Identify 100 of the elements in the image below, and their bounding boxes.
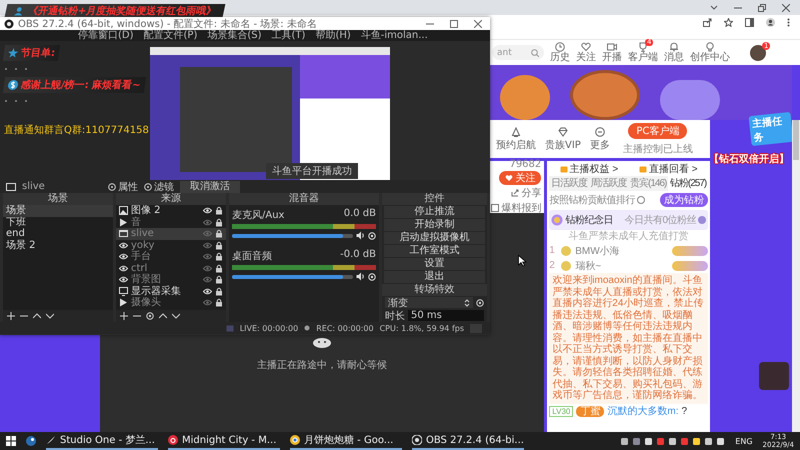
- lock-icon[interactable]: [215, 298, 223, 308]
- lock-icon[interactable]: [215, 240, 223, 250]
- settings-icon[interactable]: [476, 298, 484, 306]
- menu-item[interactable]: 场景集合(S): [207, 30, 262, 41]
- lock-icon[interactable]: [215, 275, 223, 284]
- speaker-icon[interactable]: [356, 272, 365, 281]
- volume-slider[interactable]: [232, 274, 353, 278]
- lock-icon[interactable]: [215, 206, 223, 216]
- start-icon[interactable]: [6, 436, 16, 446]
- scrollbar[interactable]: [792, 120, 800, 432]
- scene-item[interactable]: 场景 2: [3, 240, 113, 251]
- live-time: LIVE: 00:00:00: [240, 324, 298, 332]
- action-button[interactable]: 更多: [590, 126, 610, 152]
- eye-icon[interactable]: [203, 286, 212, 296]
- source-item[interactable]: 背景图: [131, 274, 200, 286]
- panel-link[interactable]: 主播权益 >: [560, 162, 618, 176]
- lock-icon[interactable]: [215, 252, 223, 262]
- panel-link[interactable]: 直播回看 >: [638, 162, 698, 176]
- become-fan-button[interactable]: 成为钻粉: [660, 192, 708, 206]
- steam-icon[interactable]: [26, 436, 36, 446]
- scene-item[interactable]: 场景: [3, 205, 113, 216]
- mouse-cursor-icon: [518, 255, 527, 267]
- close-icon[interactable]: [474, 20, 482, 28]
- lock-icon[interactable]: [215, 286, 223, 296]
- control-button[interactable]: 启动虚拟摄像机: [384, 232, 485, 244]
- more-menu-icon[interactable]: [787, 18, 790, 27]
- lock-icon[interactable]: [215, 218, 223, 227]
- menu-item[interactable]: 斗鱼-imolan...: [360, 30, 428, 41]
- source-item[interactable]: 摄像头: [131, 297, 200, 308]
- side-panel-icon[interactable]: [745, 18, 754, 27]
- user-avatar[interactable]: [750, 44, 766, 60]
- source-item[interactable]: yoky: [131, 240, 200, 251]
- control-button[interactable]: 退出: [384, 271, 485, 283]
- overlay-notice: 直播通知群言Q群:1107774158: [4, 124, 146, 137]
- control-button[interactable]: 开始录制: [384, 219, 485, 231]
- control-button[interactable]: 工作室模式: [384, 245, 485, 257]
- restore-icon[interactable]: [758, 4, 766, 12]
- report-link[interactable]: 爆料报到: [491, 201, 542, 215]
- nav-link[interactable]: 消息: [664, 42, 684, 63]
- control-button[interactable]: 停止推流: [384, 206, 485, 218]
- lock-icon[interactable]: [215, 229, 223, 238]
- input-language[interactable]: ENG: [735, 436, 753, 446]
- taskbar-app[interactable]: OBS 27.2.4 (64-bi...: [412, 432, 524, 450]
- tab[interactable]: 钻粉(257): [668, 176, 708, 191]
- speaker-icon[interactable]: [356, 231, 365, 240]
- taskbar-app[interactable]: Midnight City - M...: [168, 432, 280, 450]
- star-icon: [7, 48, 19, 58]
- share-link[interactable]: 分享: [511, 186, 542, 200]
- profile-icon[interactable]: [766, 18, 775, 27]
- add-icon[interactable]: [7, 312, 15, 320]
- record-time: REC: 00:00:00: [316, 324, 374, 332]
- action-button[interactable]: 贵族VIP: [545, 126, 581, 152]
- menu-item[interactable]: 帮助(H): [315, 30, 351, 41]
- user-avatar: [561, 260, 572, 270]
- transition-dropdown[interactable]: 渐变: [385, 297, 473, 308]
- taskbar-app[interactable]: 月饼炮炮糖 - Goo...: [290, 432, 402, 450]
- settings-icon[interactable]: [368, 232, 376, 240]
- nav-link[interactable]: 历史: [550, 42, 570, 63]
- selected-source-name: slive: [22, 181, 46, 192]
- volume-slider[interactable]: [232, 234, 353, 238]
- source-item[interactable]: 音: [131, 216, 200, 228]
- gear-icon: [108, 182, 116, 190]
- overlay-label: 感谢上舰/榜一: 麻烦看看~: [20, 78, 142, 92]
- source-item[interactable]: ctrl: [131, 262, 200, 274]
- star-icon[interactable]: [724, 18, 733, 27]
- source-item[interactable]: 显示器采集: [131, 286, 200, 297]
- chevron-down-icon[interactable]: [710, 4, 718, 11]
- control-button[interactable]: 设置: [384, 258, 485, 270]
- move-down-icon[interactable]: [46, 312, 54, 320]
- action-button[interactable]: 预约启航: [496, 126, 536, 152]
- character-image: [759, 362, 789, 390]
- eye-icon[interactable]: [203, 206, 212, 216]
- lock-icon[interactable]: [215, 264, 223, 273]
- nav-link[interactable]: 开播: [602, 42, 622, 63]
- move-up-icon[interactable]: [159, 312, 167, 320]
- maximize-icon[interactable]: [450, 20, 458, 28]
- fan-badge: 丁蜜: [576, 406, 604, 416]
- follower-count: 79682: [509, 159, 542, 170]
- scene-item[interactable]: end: [3, 228, 113, 240]
- source-item[interactable]: 手台: [131, 251, 200, 262]
- nav-link[interactable]: 关注: [576, 42, 596, 63]
- nav-link[interactable]: 创作中心: [690, 42, 730, 63]
- add-icon[interactable]: [120, 312, 128, 320]
- toast-message: 斗鱼平台开播成功: [266, 163, 358, 179]
- move-up-icon[interactable]: [33, 312, 41, 320]
- source-item[interactable]: 图像 2: [131, 205, 200, 216]
- close-icon[interactable]: [782, 4, 790, 12]
- deactivate-button[interactable]: 取消激活: [180, 180, 240, 192]
- duration-field[interactable]: 50 ms: [408, 310, 484, 321]
- toolbar-button[interactable]: 属性: [108, 180, 138, 194]
- scene-item[interactable]: 下班: [3, 216, 113, 228]
- move-down-icon[interactable]: [172, 312, 180, 320]
- settings-icon[interactable]: [368, 272, 376, 280]
- menu-item[interactable]: 配置文件(P): [144, 30, 198, 41]
- menu-item[interactable]: 停靠窗口(D): [78, 30, 134, 41]
- taskbar-app[interactable]: Studio One - 梦兰...: [46, 432, 158, 450]
- menu-item[interactable]: 工具(T): [272, 30, 306, 41]
- share-icon[interactable]: [703, 18, 712, 27]
- settings-icon[interactable]: [146, 312, 154, 320]
- toolbar-button[interactable]: 滤镜: [144, 180, 174, 194]
